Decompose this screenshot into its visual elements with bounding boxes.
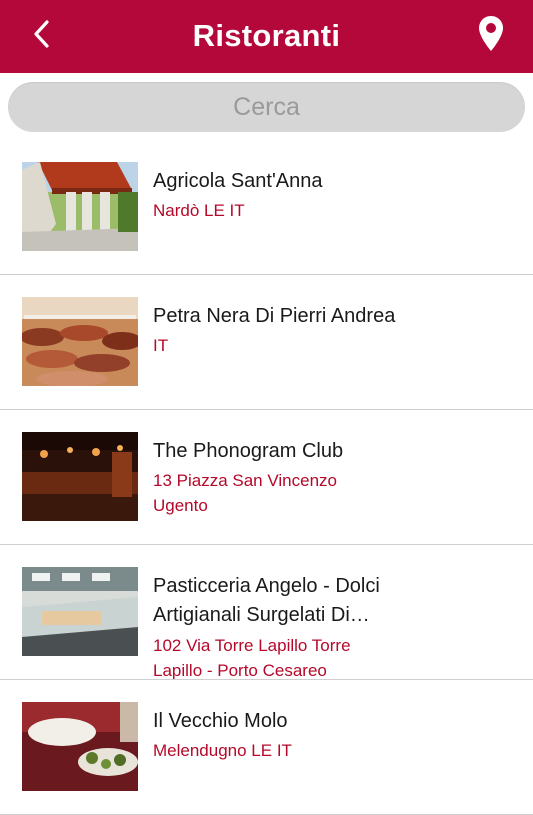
map-button[interactable]: [477, 14, 505, 54]
address-line: Ugento: [153, 496, 208, 515]
list-item[interactable]: Pasticceria Angelo - Dolci Artigianali S…: [0, 545, 533, 680]
search-input[interactable]: [8, 82, 525, 132]
address-line: Nardò LE IT: [153, 201, 245, 220]
restaurant-name: Agricola Sant'Anna: [153, 170, 323, 192]
list-item[interactable]: Il Vecchio Molo Melendugno LE IT: [0, 680, 533, 815]
name-line: Pasticceria Angelo - Dolci: [153, 575, 380, 597]
restaurant-address: Melendugno LE IT: [153, 738, 513, 763]
restaurant-name: Pasticceria Angelo - Dolci Artigianali S…: [153, 572, 513, 630]
search-bar[interactable]: [8, 82, 525, 132]
address-line: Lapillo - Porto Cesareo: [153, 661, 327, 680]
address-line: 13 Piazza San Vincenzo: [153, 471, 337, 490]
restaurant-address: 13 Piazza San Vincenzo Ugento: [153, 468, 513, 518]
restaurant-thumbnail: [22, 432, 138, 521]
list-item[interactable]: The Phonogram Club 13 Piazza San Vincenz…: [0, 410, 533, 545]
name-line: Artigianali Surgelati Di…: [153, 604, 370, 626]
address-line: 102 Via Torre Lapillo Torre: [153, 636, 351, 655]
restaurant-list: Agricola Sant'Anna Nardò LE IT Petra Ner…: [0, 140, 533, 815]
address-line: IT: [153, 336, 169, 355]
restaurant-name: Petra Nera Di Pierri Andrea: [153, 305, 396, 327]
address-line: Melendugno LE IT: [153, 741, 292, 760]
page-title: Ristoranti: [192, 18, 341, 53]
restaurant-address: Nardò LE IT: [153, 198, 513, 223]
list-item[interactable]: Agricola Sant'Anna Nardò LE IT: [0, 140, 533, 275]
map-pin-icon: [479, 16, 503, 51]
restaurant-name: The Phonogram Club: [153, 440, 344, 462]
restaurant-thumbnail: [22, 702, 138, 791]
restaurant-thumbnail: [22, 567, 138, 656]
restaurant-address: 102 Via Torre Lapillo Torre Lapillo - Po…: [153, 633, 513, 680]
app-header: Ristoranti: [0, 0, 533, 73]
restaurant-address: IT: [153, 333, 513, 358]
restaurant-thumbnail: [22, 297, 138, 386]
list-item[interactable]: Petra Nera Di Pierri Andrea IT: [0, 275, 533, 410]
restaurant-thumbnail: [22, 162, 138, 251]
restaurant-name: Il Vecchio Molo: [153, 710, 288, 732]
